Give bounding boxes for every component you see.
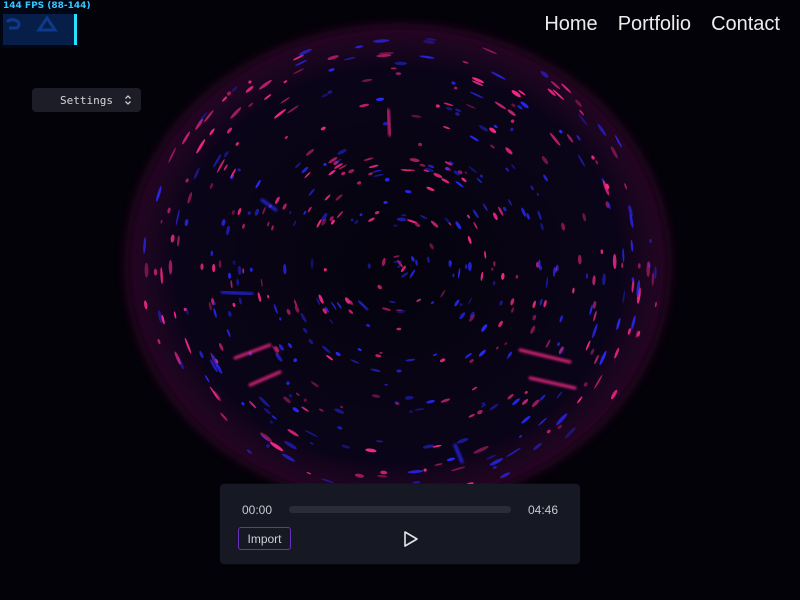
progress-bar[interactable]	[289, 506, 511, 513]
fps-graph	[3, 14, 77, 45]
sphere-body	[120, 19, 676, 511]
visualizer-particle	[395, 72, 402, 75]
app-stage: 144 FPS (88-144) Home Portfolio Contact …	[0, 0, 800, 600]
visualizer-particle	[538, 259, 541, 269]
visualizer-particle	[621, 262, 624, 269]
chevron-up-down-icon	[125, 95, 131, 105]
visualizer-particle	[637, 263, 641, 269]
fps-graph-trace	[5, 15, 58, 32]
visualizer-particle	[200, 263, 204, 271]
visualizer-streak	[386, 108, 392, 137]
main-nav: Home Portfolio Contact	[544, 13, 780, 36]
visualizer-particle	[218, 260, 222, 268]
import-button[interactable]: Import	[238, 527, 291, 550]
fps-counter: 144 FPS (88-144)	[3, 1, 91, 11]
settings-label: Settings	[60, 93, 113, 107]
current-time: 00:00	[242, 503, 273, 517]
fps-stats-panel: 144 FPS (88-144)	[0, 0, 91, 48]
play-icon[interactable]	[401, 529, 421, 549]
visualizer-streak	[220, 290, 254, 296]
nav-contact[interactable]: Contact	[711, 13, 780, 36]
settings-dropdown[interactable]: Settings	[32, 88, 141, 112]
total-time: 04:46	[527, 503, 558, 517]
nav-home[interactable]: Home	[544, 13, 597, 36]
fps-graph-bar	[74, 14, 77, 45]
nav-portfolio[interactable]: Portfolio	[618, 13, 691, 36]
audio-player: 00:00 04:46 Import	[220, 484, 580, 564]
